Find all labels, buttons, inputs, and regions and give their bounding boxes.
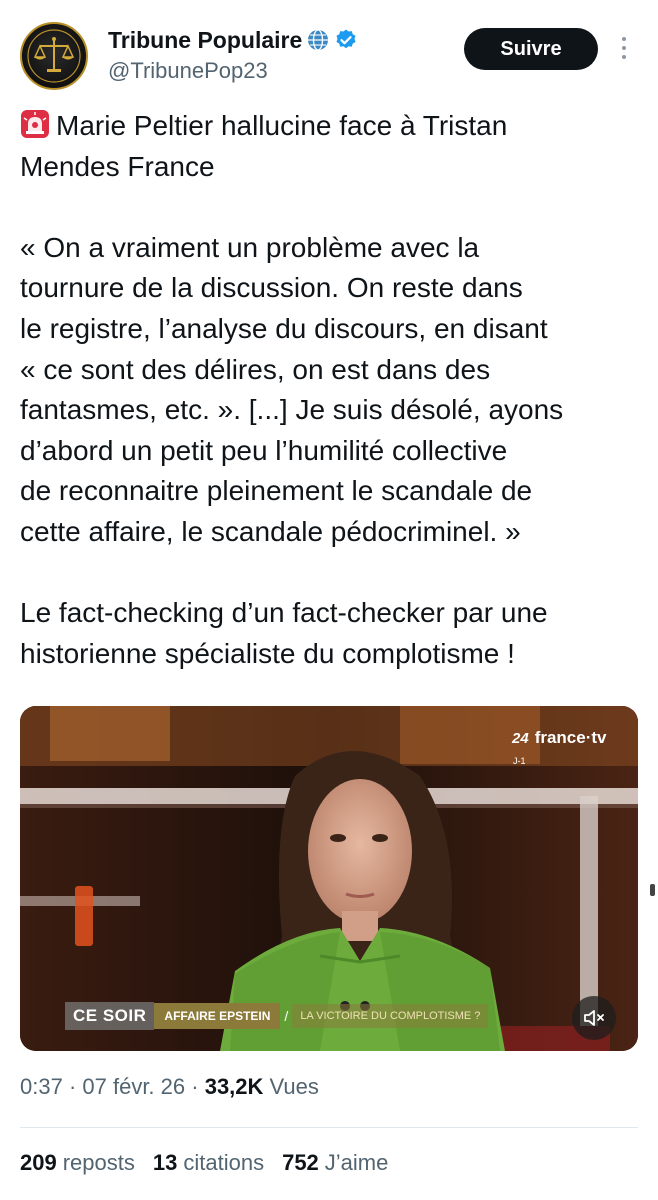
tweet-line: fantasmes, etc. ». [...] Je suis désolé,… — [20, 394, 564, 426]
segment-topic: LA VICTOIRE DU COMPLOTISME ? — [292, 1004, 489, 1028]
tweet-line: historienne spécialiste du complotisme ! — [20, 637, 515, 669]
siren-icon — [21, 110, 49, 138]
scrollbar-thumb[interactable] — [650, 884, 655, 896]
follow-button[interactable]: Suivre — [464, 28, 598, 70]
tweet-line: « ce sont des délires, on est dans des — [20, 353, 491, 385]
show-name: CE SOIR — [65, 1002, 155, 1030]
segment-title: AFFAIRE EPSTEIN — [154, 1003, 281, 1029]
broadcaster-logo: 24 france·tv — [512, 728, 607, 748]
author-name-row[interactable]: Tribune Populaire — [108, 24, 358, 56]
tweet-line: d’abord un petit peu l’humilité collecti… — [20, 434, 508, 466]
verified-badge-icon — [336, 29, 356, 49]
tweet-line-text: Marie Peltier hallucine face à Tristan — [56, 110, 508, 141]
segment-separator: / — [284, 1008, 289, 1024]
stat-likes[interactable]: 752 J’aime — [282, 1150, 388, 1176]
views-count: 33,2K — [204, 1074, 264, 1099]
author-handle[interactable]: @TribunePop23 — [108, 58, 268, 84]
tweet-line: « On a vraiment un problème avec la — [20, 231, 480, 263]
stat-count: 209 — [20, 1150, 57, 1175]
badge-sub: J-1 — [513, 756, 526, 766]
broadcaster-name: france·tv — [534, 728, 607, 747]
tweet-date[interactable]: 07 févr. 26 — [82, 1074, 185, 1099]
tweet-line: tournure de la discussion. On reste dans — [20, 272, 523, 304]
globe-icon — [308, 29, 329, 51]
tweet-text: Marie Peltier hallucine face à Tristan M… — [20, 106, 648, 674]
volume-muted-icon[interactable] — [572, 996, 616, 1040]
divider — [20, 1127, 638, 1128]
stat-count: 13 — [152, 1150, 178, 1175]
tweet-line: Le fact-checking d’un fact-checker par u… — [20, 597, 548, 629]
tweet-line: le registre, l’analyse du discours, en d… — [20, 312, 548, 344]
meta-separator: · — [62, 1074, 83, 1099]
channel-badge: 24 — [512, 729, 529, 747]
avatar[interactable] — [20, 22, 88, 90]
stat-label: citations — [183, 1150, 265, 1175]
tweet-header: Tribune Populaire @TribunePop23 Suivre — [0, 0, 658, 100]
video-player[interactable]: 24 france·tv J-1 CE SOIR AFFAIRE EPSTEIN… — [20, 706, 638, 1051]
stat-label: reposts — [62, 1150, 135, 1175]
tweet-line: de reconnaitre pleinement le scandale de — [20, 475, 533, 507]
engagement-stats: 209 reposts 13 citations 752 J’aime — [20, 1150, 388, 1176]
tweet-paragraph-gap — [20, 187, 648, 228]
lower-third: CE SOIR AFFAIRE EPSTEIN / LA VICTOIRE DU… — [65, 1001, 489, 1031]
author-display-name[interactable]: Tribune Populaire — [108, 27, 302, 54]
stat-label: J’aime — [324, 1150, 389, 1175]
video-time: 0:37 — [20, 1074, 63, 1099]
tweet-line: Marie Peltier hallucine face à Tristan — [20, 106, 648, 147]
more-vertical-icon[interactable] — [610, 34, 638, 70]
tweet-line: cette affaire, le scandale pédocriminel.… — [20, 515, 521, 547]
meta-separator: · — [185, 1074, 205, 1099]
tweet-meta: 0:37 · 07 févr. 26 · 33,2K Vues — [20, 1074, 319, 1100]
video-frame — [20, 706, 638, 1051]
tweet-line: Mendes France — [20, 150, 215, 182]
scales-of-justice-icon — [27, 29, 81, 83]
tweet-paragraph-gap — [20, 553, 648, 594]
stat-count: 752 — [282, 1150, 319, 1175]
stat-reposts[interactable]: 209 reposts — [20, 1150, 135, 1176]
views-label: Vues — [269, 1074, 319, 1099]
stat-citations[interactable]: 13 citations — [153, 1150, 264, 1176]
